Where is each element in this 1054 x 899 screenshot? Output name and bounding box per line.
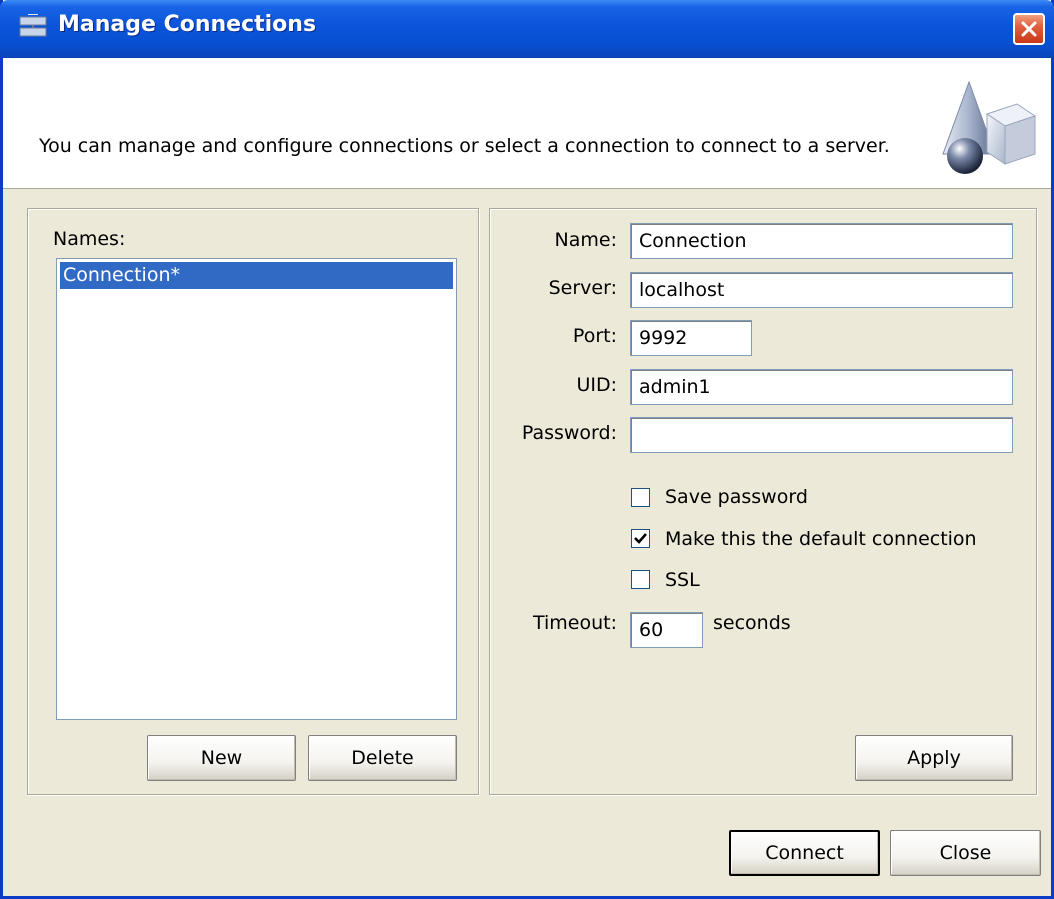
ssl-label[interactable]: SSL xyxy=(665,569,700,591)
window-title: Manage Connections xyxy=(58,12,317,37)
save-password-checkbox[interactable] xyxy=(631,488,650,507)
close-button[interactable]: Close xyxy=(890,830,1041,876)
port-field[interactable]: 9992 xyxy=(630,320,752,356)
header-banner: You can manage and configure connections… xyxy=(3,58,1051,189)
header-description: You can manage and configure connections… xyxy=(39,135,890,157)
server-field[interactable]: localhost xyxy=(630,272,1013,308)
password-label: Password: xyxy=(521,422,617,444)
timeout-label: Timeout: xyxy=(532,612,617,634)
timeout-field[interactable]: 60 xyxy=(630,612,703,648)
port-label: Port: xyxy=(572,325,617,347)
close-icon xyxy=(1021,21,1037,37)
uid-field[interactable]: admin1 xyxy=(630,369,1013,405)
default-connection-label[interactable]: Make this the default connection xyxy=(665,528,977,550)
3d-shapes-icon xyxy=(942,80,1037,174)
timeout-unit-label: seconds xyxy=(713,612,791,634)
names-label: Names: xyxy=(53,228,126,250)
default-connection-checkbox[interactable] xyxy=(631,529,650,548)
close-window-button[interactable] xyxy=(1013,13,1045,45)
connection-names-list[interactable]: Connection* xyxy=(56,258,457,720)
title-bar[interactable]: Manage Connections xyxy=(0,0,1054,58)
manage-connections-dialog: Manage Connections You can manage and co… xyxy=(0,0,1054,899)
name-label: Name: xyxy=(554,229,617,251)
apply-button[interactable]: Apply xyxy=(855,735,1013,781)
list-item[interactable]: Connection* xyxy=(60,262,453,289)
server-label: Server: xyxy=(548,277,617,299)
name-field[interactable]: Connection xyxy=(630,223,1013,259)
ssl-checkbox[interactable] xyxy=(631,570,650,589)
new-button[interactable]: New xyxy=(147,735,296,781)
network-connection-icon xyxy=(19,14,47,37)
uid-label: UID: xyxy=(576,374,617,396)
connect-button[interactable]: Connect xyxy=(729,830,880,876)
delete-button[interactable]: Delete xyxy=(308,735,457,781)
checkmark-icon xyxy=(634,533,647,544)
password-field[interactable] xyxy=(630,417,1013,453)
save-password-label[interactable]: Save password xyxy=(665,486,808,508)
